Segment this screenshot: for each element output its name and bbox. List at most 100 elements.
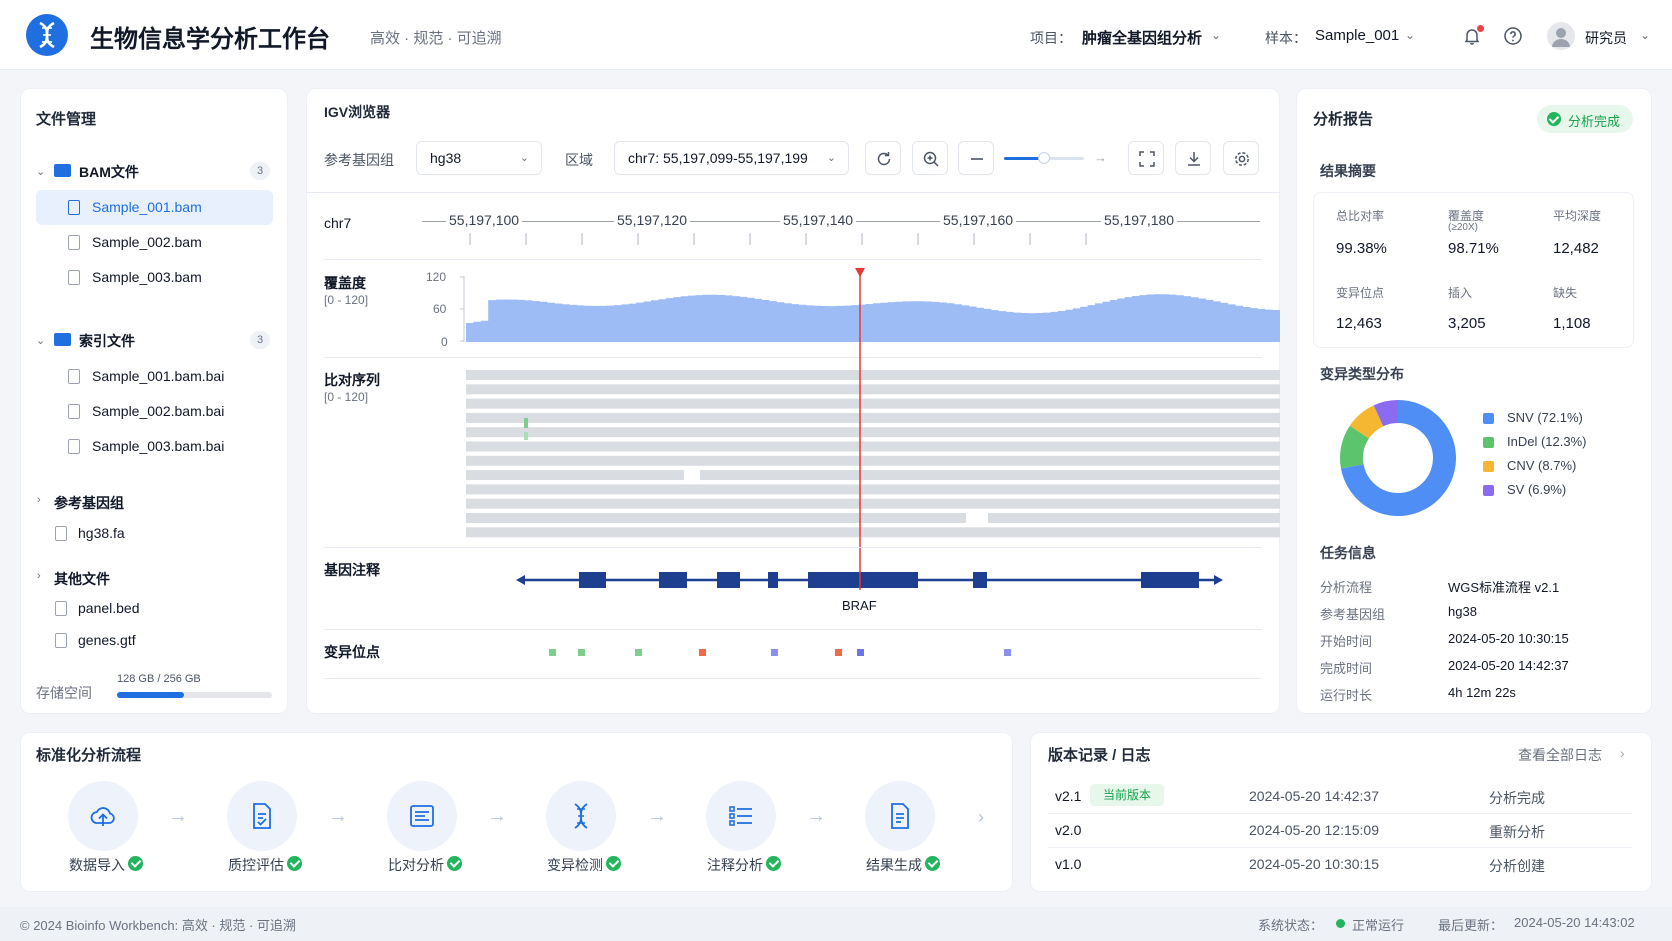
check-circle-icon xyxy=(766,856,781,871)
read-bar xyxy=(466,370,1280,380)
metric-value: 99.38% xyxy=(1336,240,1387,257)
legend-item: CNV (8.7%) xyxy=(1507,458,1577,473)
pipeline-step-variant[interactable] xyxy=(546,781,616,851)
metric-label: 变异位点 xyxy=(1336,286,1385,300)
track-divider xyxy=(324,629,1262,630)
gene-exon xyxy=(973,572,987,588)
pipeline-title: 标准化分析流程 xyxy=(36,747,142,764)
variant-marker xyxy=(835,649,842,656)
last-update-label: 最后更新： xyxy=(1438,918,1504,933)
read-bar xyxy=(466,398,1280,409)
pipeline-step-label: 质控评估 xyxy=(228,857,284,873)
legend-swatch xyxy=(1483,485,1494,496)
task-info-title: 任务信息 xyxy=(1320,545,1376,561)
pipeline-step-label: 结果生成 xyxy=(866,857,922,873)
task-label: 完成时间 xyxy=(1320,661,1373,676)
read-bar xyxy=(988,513,1280,523)
task-value: WGS标准流程 v2.1 xyxy=(1448,580,1560,595)
variant-marker xyxy=(771,649,778,656)
task-value: hg38 xyxy=(1448,604,1477,619)
metric-value: 1,108 xyxy=(1553,315,1591,332)
gene-annotation xyxy=(516,572,1223,588)
metric-label: 缺失 xyxy=(1553,286,1578,300)
version-action: 分析创建 xyxy=(1489,858,1545,874)
variant-marker xyxy=(857,649,864,656)
pipeline-step-annotation[interactable] xyxy=(706,781,776,851)
gene-exon xyxy=(1141,572,1199,588)
version-log-title: 版本记录 / 日志 xyxy=(1048,747,1151,764)
status-badge: 分析完成 xyxy=(1537,105,1633,133)
variant-markers xyxy=(549,649,1011,656)
alignment-track-label: 比对序列 xyxy=(324,372,380,388)
version-time: 2024-05-20 12:15:09 xyxy=(1249,822,1379,838)
report-title: 分析报告 xyxy=(1313,111,1374,128)
task-value: 2024-05-20 10:30:15 xyxy=(1448,631,1569,646)
pipeline-step-import[interactable] xyxy=(68,781,138,851)
gene-exon xyxy=(579,572,606,588)
check-circle-icon xyxy=(447,856,462,871)
metric-sublabel: (≥20X) xyxy=(1448,222,1478,233)
version-action: 分析完成 xyxy=(1489,790,1545,806)
version-number: v2.0 xyxy=(1055,822,1082,838)
task-label: 运行时长 xyxy=(1320,688,1373,703)
check-circle-icon xyxy=(1547,112,1561,126)
view-all-logs-link[interactable]: 查看全部日志 xyxy=(1518,745,1602,765)
check-circle-icon xyxy=(287,856,302,871)
arrow-right-icon: → xyxy=(328,805,348,827)
pipeline-step-qc[interactable] xyxy=(227,781,297,851)
alignment-range: [0 - 120] xyxy=(324,390,369,404)
current-version-badge: 当前版本 xyxy=(1090,784,1164,806)
coverage-axis xyxy=(460,276,465,342)
metric-value: 12,482 xyxy=(1553,240,1599,257)
row-divider xyxy=(1048,813,1632,814)
read-bar xyxy=(466,527,1280,538)
legend-item: InDel (12.3%) xyxy=(1507,434,1587,449)
dna-icon xyxy=(574,803,588,829)
pipeline-step-result[interactable] xyxy=(865,781,935,851)
alignment-icon xyxy=(410,805,434,827)
cloud-upload-icon xyxy=(90,807,115,826)
arrow-right-icon: → xyxy=(487,805,507,827)
system-status-value: 正常运行 xyxy=(1352,918,1405,933)
legend-swatch xyxy=(1483,413,1494,424)
read-bar xyxy=(466,470,684,481)
read-bar xyxy=(466,498,1280,509)
ruler-ticks xyxy=(469,233,1087,245)
variant-marker xyxy=(1004,649,1011,656)
chevron-right-icon[interactable]: › xyxy=(978,807,984,828)
summary-title: 结果摘要 xyxy=(1320,163,1376,179)
version-time: 2024-05-20 10:30:15 xyxy=(1249,856,1379,872)
metric-label: 平均深度 xyxy=(1553,209,1602,223)
variant-marker xyxy=(549,649,556,656)
metric-value: 98.71% xyxy=(1448,240,1499,257)
metric-value: 3,205 xyxy=(1448,315,1486,332)
gene-strand-arrow xyxy=(516,575,525,585)
read-bar xyxy=(466,513,966,523)
arrow-right-icon: → xyxy=(647,805,667,827)
task-value: 4h 12m 22s xyxy=(1448,685,1516,700)
check-circle-icon xyxy=(925,856,940,871)
list-icon xyxy=(729,806,752,826)
check-circle-icon xyxy=(606,856,621,871)
gene-track-label: 基因注释 xyxy=(324,562,380,578)
pipeline-step-label: 比对分析 xyxy=(388,857,444,873)
mismatch-base xyxy=(524,418,528,428)
task-label: 分析流程 xyxy=(1320,580,1373,595)
legend-item: SNV (72.1%) xyxy=(1507,410,1583,425)
read-bar xyxy=(466,455,1280,466)
read-bar xyxy=(466,441,1280,452)
chevron-right-icon[interactable]: › xyxy=(1620,745,1625,761)
pipeline-step-label: 注释分析 xyxy=(707,857,763,873)
status-dot xyxy=(1336,919,1345,928)
track-divider xyxy=(324,678,1262,679)
read-bar xyxy=(466,484,1280,495)
gene-exon xyxy=(808,572,918,588)
pipeline-step-alignment[interactable] xyxy=(387,781,457,851)
status-text: 分析完成 xyxy=(1568,114,1621,129)
legend-item: SV (6.9%) xyxy=(1507,482,1567,497)
variant-marker xyxy=(699,649,706,656)
coverage-area xyxy=(466,294,1280,342)
report-icon xyxy=(891,803,909,829)
mismatch-base xyxy=(524,432,528,440)
variant-track-label: 变异位点 xyxy=(324,644,380,660)
